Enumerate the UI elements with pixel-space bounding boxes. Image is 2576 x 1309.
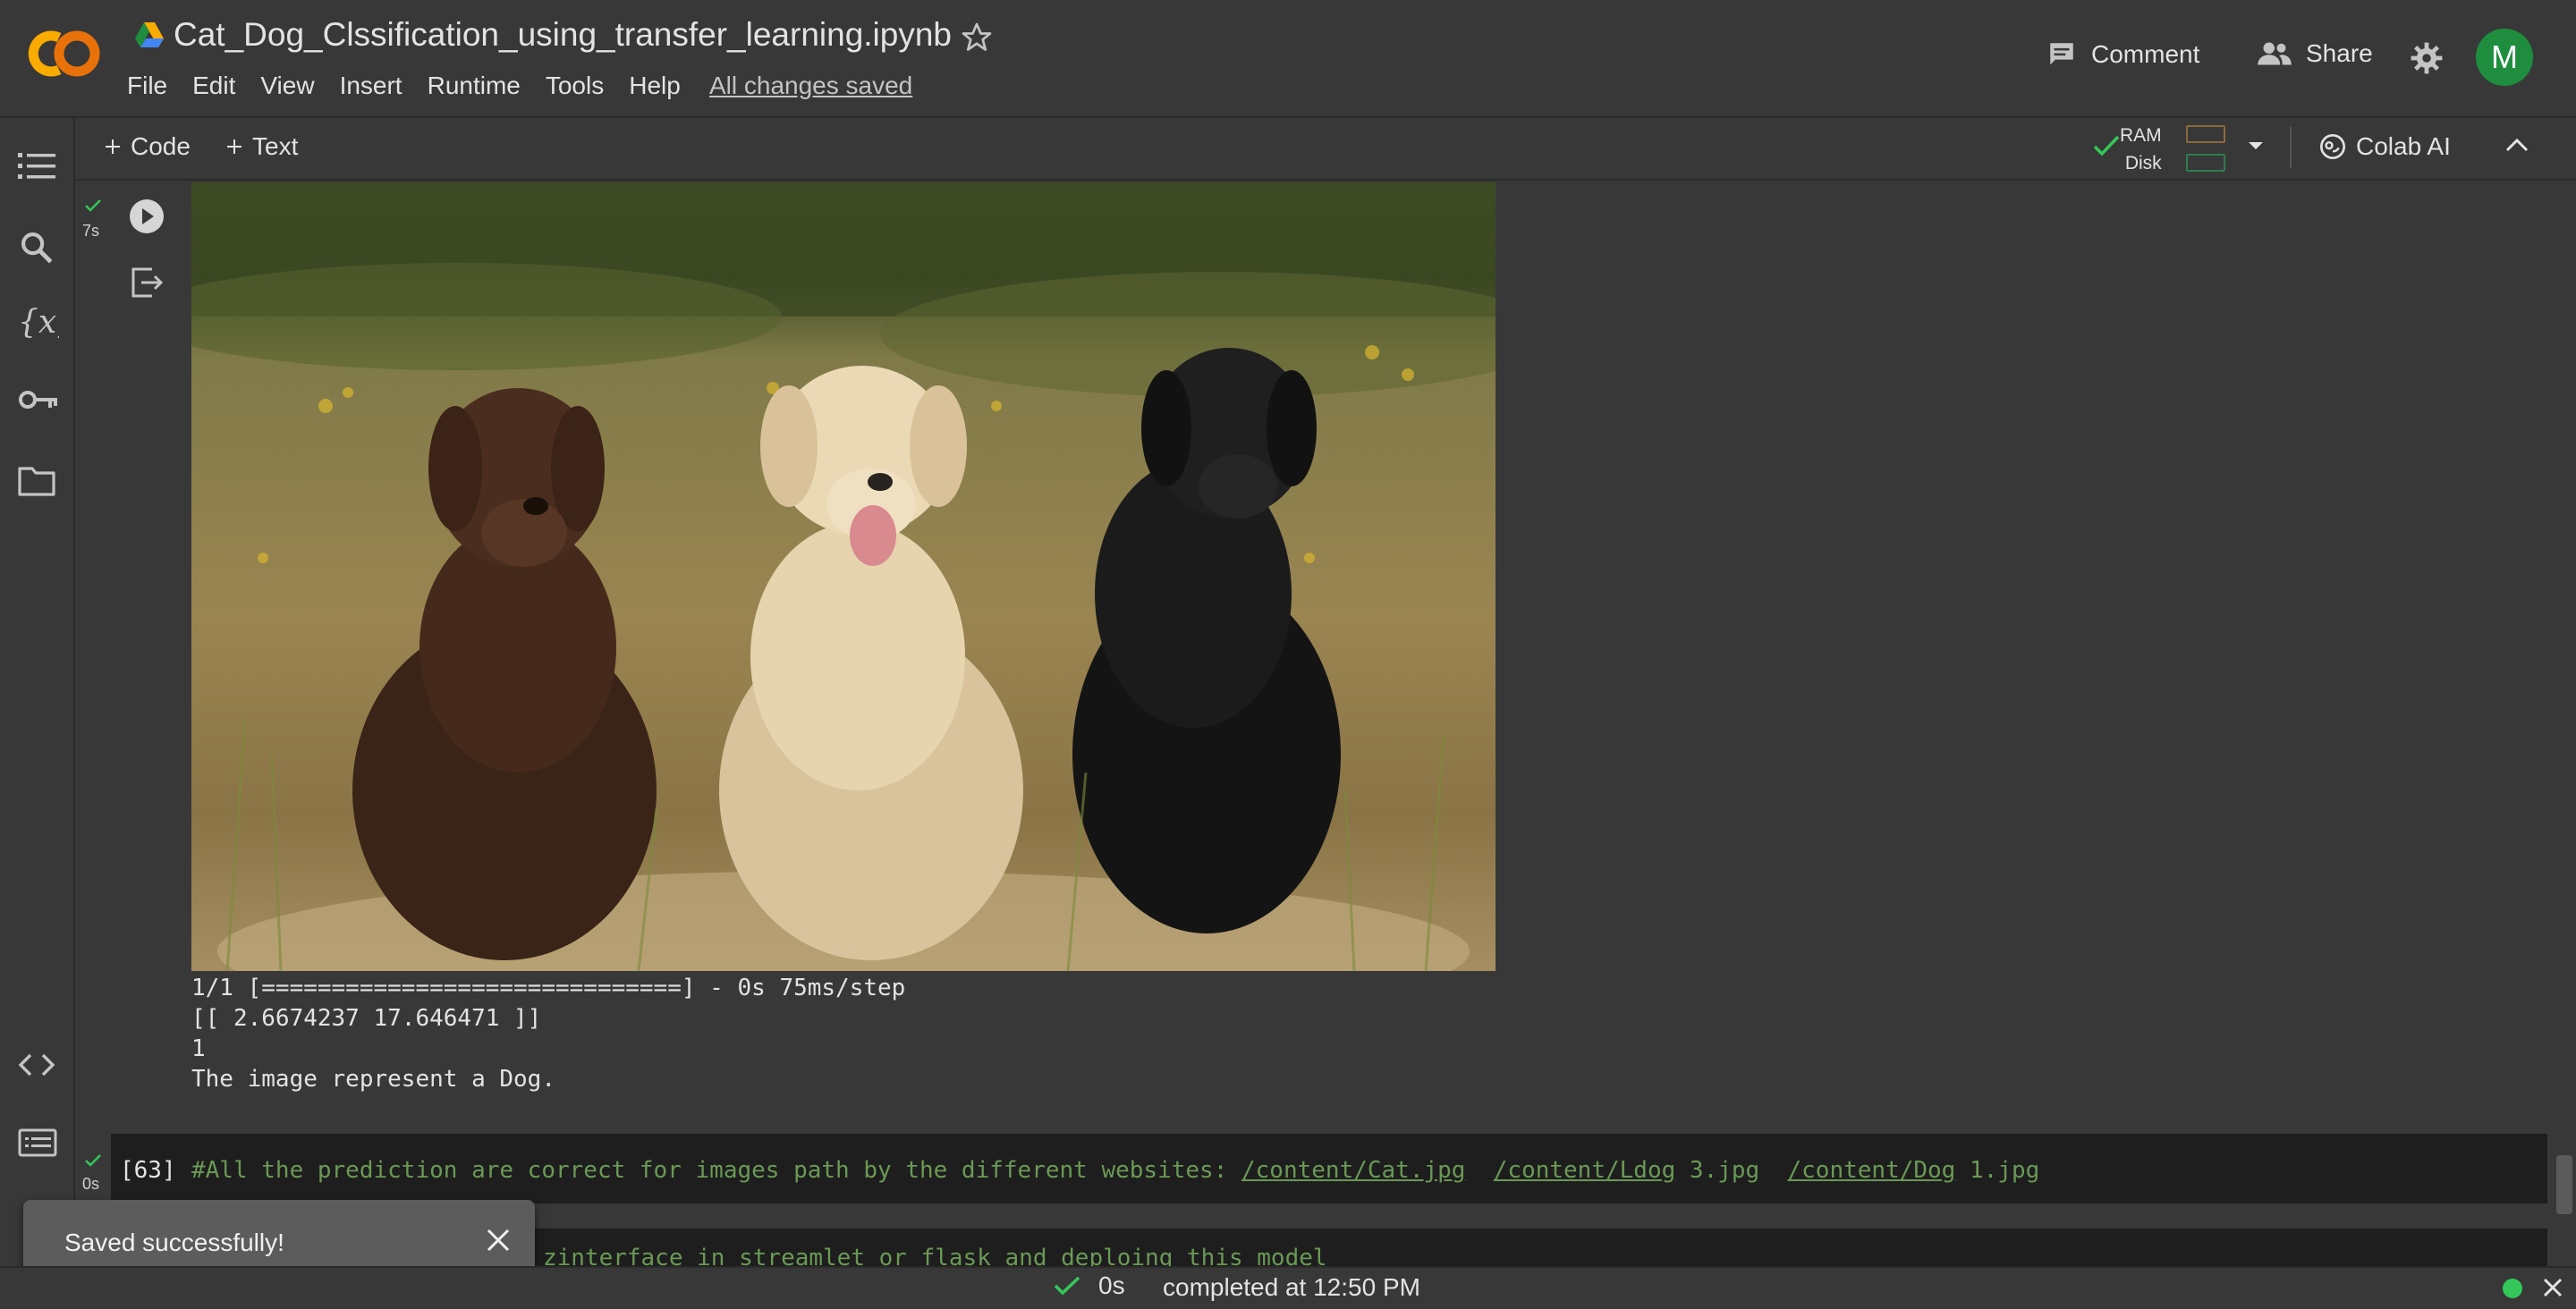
file-link-dog-suffix: 1.jpg — [1955, 1157, 2040, 1184]
status-completed-text[interactable]: completed at 12:50 PM — [1163, 1273, 1420, 1302]
menu-view[interactable]: View — [260, 72, 314, 100]
colab-ai-label: Colab AI — [2356, 132, 2451, 160]
colab-ai-icon — [2318, 132, 2347, 161]
output-image-dogs — [191, 182, 1496, 971]
toast-message: Saved successfully! — [64, 1229, 284, 1256]
execution-time: 0s — [82, 1175, 100, 1193]
resources-indicator[interactable]: RAM Disk — [2120, 122, 2162, 177]
output-line: [[ 2.6674237 17.646471 ]] — [191, 1005, 542, 1032]
command-palette-icon[interactable] — [18, 1128, 57, 1157]
comment-icon — [2046, 39, 2077, 70]
add-text-label: Text — [252, 132, 299, 160]
colab-logo-icon[interactable] — [23, 25, 104, 82]
add-code-button[interactable]: Code — [104, 132, 191, 161]
variables-icon[interactable]: {x} — [18, 302, 59, 343]
close-icon[interactable] — [485, 1227, 512, 1254]
status-duration: 0s — [1098, 1271, 1125, 1299]
menu-runtime[interactable]: Runtime — [428, 72, 521, 100]
plus-icon — [104, 138, 122, 156]
runtime-status-dot — [2503, 1279, 2522, 1298]
star-icon[interactable] — [961, 21, 993, 54]
left-rail — [0, 118, 75, 1266]
file-link-ldog-suffix: 3.jpg — [1675, 1157, 1760, 1184]
google-drive-icon[interactable] — [134, 21, 165, 48]
add-code-label: Code — [131, 132, 191, 160]
execution-check-icon — [84, 198, 102, 213]
disk-label: Disk — [2124, 153, 2162, 173]
output-line: 1 — [191, 1035, 206, 1062]
add-text-button[interactable]: Text — [225, 132, 298, 161]
menu-help[interactable]: Help — [629, 72, 681, 100]
status-check-icon — [1054, 1275, 1080, 1296]
code-snippets-icon[interactable] — [18, 1051, 55, 1078]
menu-tools[interactable]: Tools — [546, 72, 604, 100]
people-icon — [2258, 40, 2292, 67]
avatar[interactable]: M — [2476, 29, 2533, 86]
file-link-dog[interactable]: /content/Dog — [1788, 1157, 1956, 1184]
execution-time: 7s — [82, 222, 100, 240]
chevron-up-icon[interactable] — [2504, 136, 2529, 154]
file-link-cat[interactable]: /content/Cat.jpg — [1241, 1157, 1465, 1184]
close-icon[interactable] — [2542, 1277, 2563, 1298]
file-link-ldog[interactable]: /content/Ldog — [1494, 1157, 1676, 1184]
execution-count: [63] — [120, 1157, 176, 1184]
table-of-contents-icon[interactable] — [18, 150, 55, 182]
run-cell-button[interactable] — [129, 198, 165, 234]
key-icon[interactable] — [18, 386, 59, 413]
comment-button[interactable]: Comment — [2046, 39, 2199, 70]
menu-insert[interactable]: Insert — [340, 72, 402, 100]
scrollbar-thumb[interactable] — [2556, 1155, 2572, 1214]
chevron-down-icon[interactable] — [2247, 139, 2265, 152]
disk-usage-bar — [2186, 154, 2225, 172]
cell-output-text: 1/1 [==============================] - 0… — [191, 973, 905, 1094]
output-actions-icon[interactable] — [131, 266, 165, 299]
menu-edit[interactable]: Edit — [192, 72, 235, 100]
menu-file[interactable]: File — [127, 72, 167, 100]
folder-icon[interactable] — [18, 465, 55, 497]
execution-check-icon — [84, 1153, 102, 1168]
share-button[interactable]: Share — [2258, 39, 2373, 68]
toolbar-divider — [2290, 127, 2292, 168]
code-line[interactable]: er zinterface in streamlet or flask and … — [501, 1245, 1327, 1266]
search-icon[interactable] — [18, 229, 55, 266]
gear-icon[interactable] — [2410, 41, 2444, 75]
comment-label: Comment — [2091, 40, 2200, 68]
save-status-link[interactable]: All changes saved — [709, 72, 912, 100]
output-line: The image represent a Dog. — [191, 1066, 555, 1093]
ram-label: RAM — [2120, 125, 2162, 146]
output-line: 1/1 [==============================] - 0… — [191, 975, 906, 1001]
notebook-title[interactable]: Cat_Dog_Clssification_using_transfer_lea… — [174, 16, 952, 54]
svg-text:{x}: {x} — [18, 304, 59, 341]
share-label: Share — [2306, 39, 2373, 67]
plus-icon — [225, 138, 243, 156]
ram-usage-bar — [2186, 125, 2225, 143]
connected-check-icon[interactable] — [2093, 134, 2120, 157]
menu-bar: File Edit View Insert Runtime Tools Help — [127, 72, 706, 100]
code-comment: #All the prediction are correct for imag… — [191, 1157, 1241, 1184]
colab-ai-button[interactable]: Colab AI — [2318, 132, 2451, 161]
code-line[interactable]: #All the prediction are correct for imag… — [191, 1157, 2039, 1184]
